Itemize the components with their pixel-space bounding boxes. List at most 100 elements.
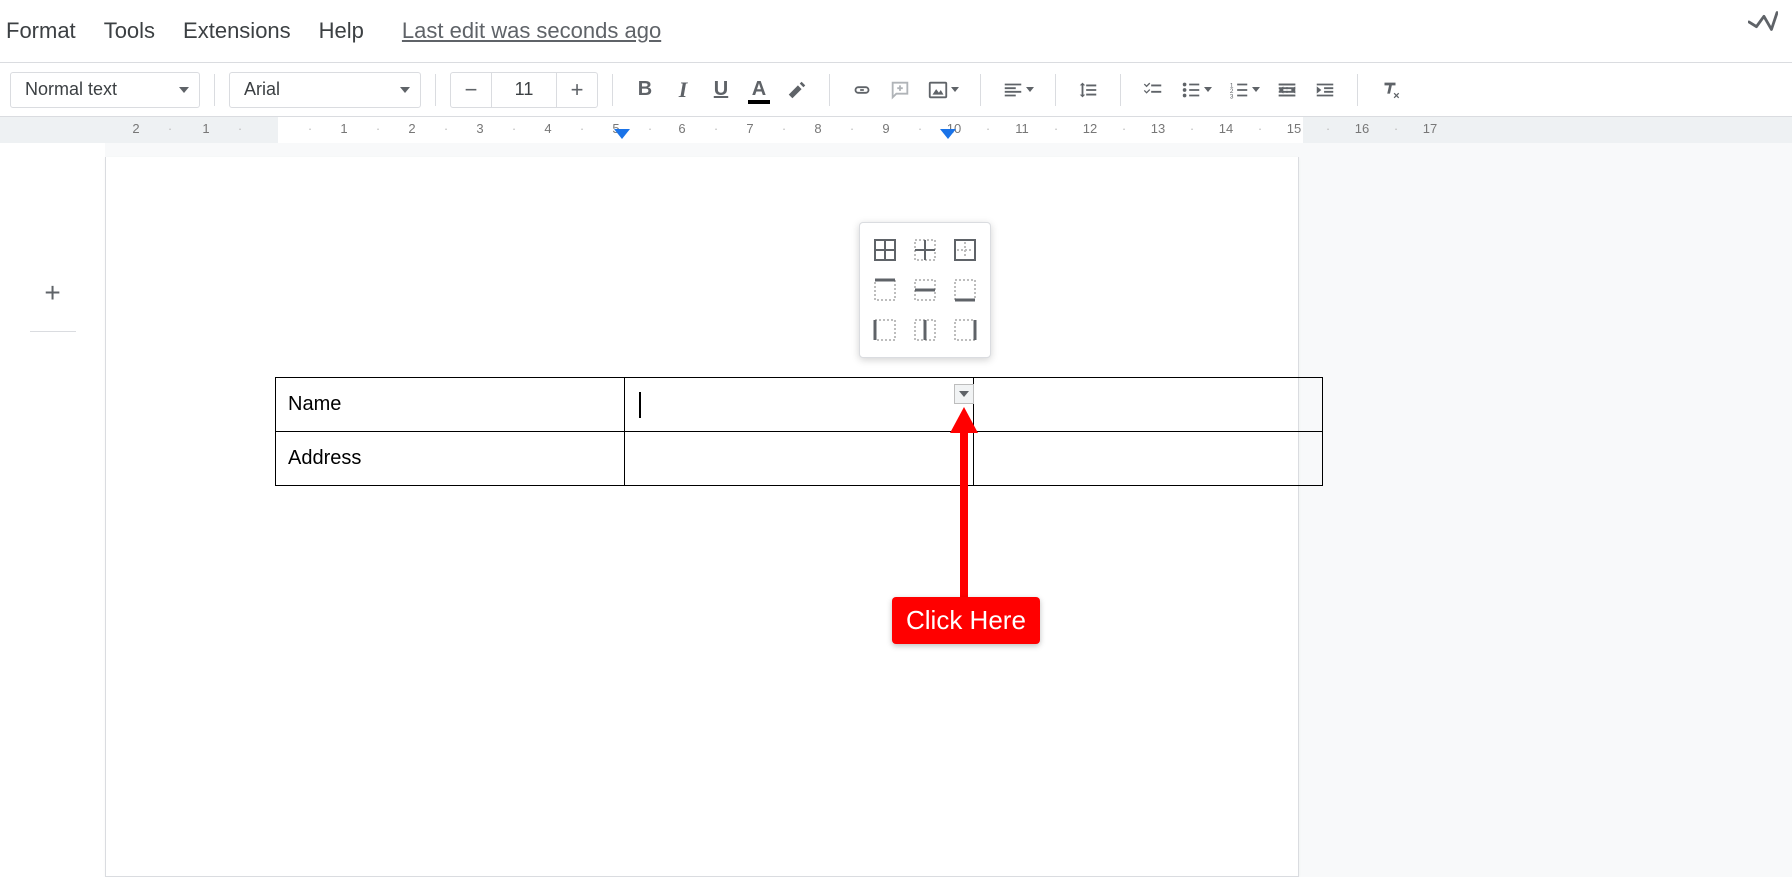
activity-icon[interactable] — [1748, 10, 1778, 32]
menu-help[interactable]: Help — [319, 18, 364, 44]
clear-format-icon — [1379, 79, 1401, 101]
table-cell[interactable] — [625, 432, 974, 486]
border-all-button[interactable] — [868, 233, 902, 267]
table-cell[interactable]: Name — [276, 378, 625, 432]
ruler-number: 9 — [882, 121, 889, 136]
border-vertical-icon — [913, 318, 937, 342]
clear-formatting-button[interactable] — [1372, 72, 1408, 108]
gutter-divider — [30, 331, 76, 332]
ruler-number: 3 — [476, 121, 483, 136]
toolbar-divider — [214, 74, 215, 106]
menu-format[interactable]: Format — [6, 18, 76, 44]
table-border-popup — [859, 222, 991, 358]
border-top-button[interactable] — [868, 273, 902, 307]
ruler-number: 2 — [132, 121, 139, 136]
numbered-list-icon: 123 — [1228, 79, 1250, 101]
ruler-number: 15 — [1287, 121, 1301, 136]
font-size-decrease[interactable]: − — [451, 73, 491, 107]
bulleted-list-button[interactable] — [1173, 72, 1219, 108]
bold-button[interactable]: B — [627, 72, 663, 108]
toolbar-divider — [829, 74, 830, 106]
paragraph-style-label: Normal text — [25, 79, 117, 100]
left-gutter: + — [0, 143, 105, 877]
bullet-list-icon — [1180, 79, 1202, 101]
paragraph-style-select[interactable]: Normal text — [10, 72, 200, 108]
toolbar-divider — [1055, 74, 1056, 106]
table-cell[interactable]: Address — [276, 432, 625, 486]
ruler-ticks: 2 · 1 · · 1 · 2 · 3 · 4 · 5 · 6 · 7 · 8 … — [0, 117, 1792, 143]
table-cell[interactable] — [974, 378, 1323, 432]
border-horizontal-icon — [913, 278, 937, 302]
underline-button[interactable]: U — [703, 72, 739, 108]
font-family-label: Arial — [244, 79, 280, 100]
italic-button[interactable]: I — [665, 72, 701, 108]
chevron-down-icon — [400, 87, 410, 93]
border-inner-button[interactable] — [908, 233, 942, 267]
toolbar: Normal text Arial − 11 + B I U A — [0, 63, 1792, 117]
indent-increase-button[interactable] — [1307, 72, 1343, 108]
ruler-number: 2 — [408, 121, 415, 136]
font-family-select[interactable]: Arial — [229, 72, 421, 108]
border-right-icon — [953, 318, 977, 342]
border-left-button[interactable] — [868, 313, 902, 347]
indent-decrease-icon — [1276, 79, 1298, 101]
highlight-icon — [786, 79, 808, 101]
font-size-increase[interactable]: + — [557, 73, 597, 107]
border-horizontal-button[interactable] — [908, 273, 942, 307]
border-outer-icon — [953, 238, 977, 262]
document-page[interactable]: Name Address — [105, 157, 1299, 877]
text-color-swatch — [748, 100, 770, 104]
add-comment-button[interactable] — [882, 72, 918, 108]
table-row[interactable]: Address — [276, 432, 1323, 486]
ruler-number: 4 — [544, 121, 551, 136]
align-button[interactable] — [995, 72, 1041, 108]
chevron-down-icon — [1204, 87, 1212, 92]
show-outline-button[interactable]: + — [35, 275, 71, 311]
insert-link-button[interactable] — [844, 72, 880, 108]
border-all-icon — [873, 238, 897, 262]
menu-extensions[interactable]: Extensions — [183, 18, 291, 44]
line-spacing-button[interactable] — [1070, 72, 1106, 108]
chevron-down-icon — [951, 87, 959, 92]
right-indent-marker[interactable] — [940, 129, 956, 139]
document-table[interactable]: Name Address — [275, 377, 1323, 486]
ruler-number: 13 — [1151, 121, 1165, 136]
align-left-icon — [1002, 79, 1024, 101]
border-bottom-button[interactable] — [948, 273, 982, 307]
image-icon — [927, 79, 949, 101]
ruler-number: 1 — [202, 121, 209, 136]
table-row[interactable]: Name — [276, 378, 1323, 432]
toolbar-divider — [980, 74, 981, 106]
last-edit-link[interactable]: Last edit was seconds ago — [402, 18, 661, 44]
ruler-number: 17 — [1423, 121, 1437, 136]
link-icon — [851, 79, 873, 101]
checklist-icon — [1142, 79, 1164, 101]
numbered-list-button[interactable]: 123 — [1221, 72, 1267, 108]
border-right-button[interactable] — [948, 313, 982, 347]
comment-plus-icon — [889, 79, 911, 101]
menu-tools[interactable]: Tools — [104, 18, 155, 44]
table-cell[interactable] — [974, 432, 1323, 486]
ruler-number: 8 — [814, 121, 821, 136]
border-outer-button[interactable] — [948, 233, 982, 267]
left-indent-marker[interactable] — [614, 129, 630, 139]
indent-increase-icon — [1314, 79, 1336, 101]
border-vertical-button[interactable] — [908, 313, 942, 347]
menu-bar: Format Tools Extensions Help Last edit w… — [0, 0, 1792, 63]
ruler[interactable]: 2 · 1 · · 1 · 2 · 3 · 4 · 5 · 6 · 7 · 8 … — [0, 117, 1792, 143]
ruler-number: 12 — [1083, 121, 1097, 136]
insert-image-button[interactable] — [920, 72, 966, 108]
ruler-number: 16 — [1355, 121, 1369, 136]
cell-border-dropdown-handle[interactable] — [954, 384, 974, 404]
indent-decrease-button[interactable] — [1269, 72, 1305, 108]
highlight-button[interactable] — [779, 72, 815, 108]
ruler-number: 1 — [340, 121, 347, 136]
toolbar-divider — [435, 74, 436, 106]
toolbar-divider — [1120, 74, 1121, 106]
table-cell-active[interactable] — [625, 378, 974, 432]
checklist-button[interactable] — [1135, 72, 1171, 108]
font-size-value[interactable]: 11 — [491, 73, 557, 107]
text-color-button[interactable]: A — [741, 72, 777, 108]
chevron-down-icon — [1026, 87, 1034, 92]
annotation-label: Click Here — [892, 597, 1040, 644]
